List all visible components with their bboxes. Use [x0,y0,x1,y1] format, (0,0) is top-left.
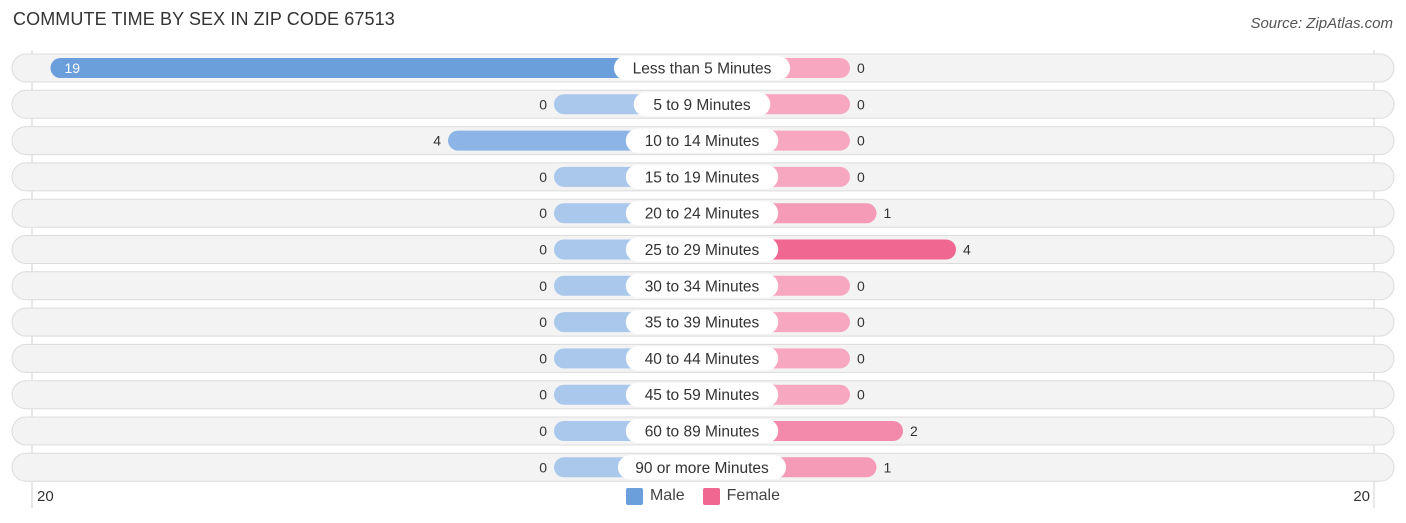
legend-swatch-male [625,487,643,505]
value-label-male: 0 [539,96,547,112]
value-label-male: 0 [539,387,547,403]
value-label-male: 0 [539,423,547,439]
value-label-female: 0 [857,133,865,149]
category-label: 45 to 59 Minutes [645,387,760,404]
bar-male [50,58,702,78]
value-label-male: 0 [539,278,547,294]
category-label: 25 to 29 Minutes [645,242,760,259]
legend: Male Female [0,487,1406,505]
value-label-female: 2 [910,423,918,439]
value-label-male: 0 [539,205,547,221]
category-label: 20 to 24 Minutes [645,206,760,223]
value-label-female: 0 [857,278,865,294]
category-label: 40 to 44 Minutes [645,351,760,368]
value-label-female: 1 [884,459,892,475]
value-label-male: 0 [539,350,547,366]
category-label: 15 to 19 Minutes [645,169,760,186]
value-label-male: 0 [539,242,547,258]
legend-label-female: Female [726,487,781,504]
value-label-male: 4 [433,133,441,149]
value-label-male: 0 [539,314,547,330]
legend-item-male: Male [625,487,685,505]
value-label-male: 19 [65,60,81,76]
category-label: 90 or more Minutes [635,460,769,477]
legend-item-female: Female [702,487,781,505]
value-label-female: 0 [857,60,865,76]
value-label-female: 0 [857,350,865,366]
legend-swatch-female [702,487,720,505]
category-label: Less than 5 Minutes [633,61,772,78]
category-label: 35 to 39 Minutes [645,315,760,332]
value-label-female: 4 [963,242,971,258]
value-label-female: 0 [857,96,865,112]
value-label-female: 0 [857,387,865,403]
value-label-male: 0 [539,169,547,185]
value-label-male: 0 [539,459,547,475]
category-label: 5 to 9 Minutes [653,97,751,114]
value-label-female: 0 [857,169,865,185]
category-label: 10 to 14 Minutes [645,133,760,150]
value-label-female: 1 [884,205,892,221]
legend-label-male: Male [649,487,685,504]
value-label-female: 0 [857,314,865,330]
chart-area: Less than 5 Minutes19 05 to 9 Minutes0 010… [11,50,1395,508]
category-label: 30 to 34 Minutes [645,278,760,295]
category-label: 60 to 89 Minutes [645,424,760,441]
